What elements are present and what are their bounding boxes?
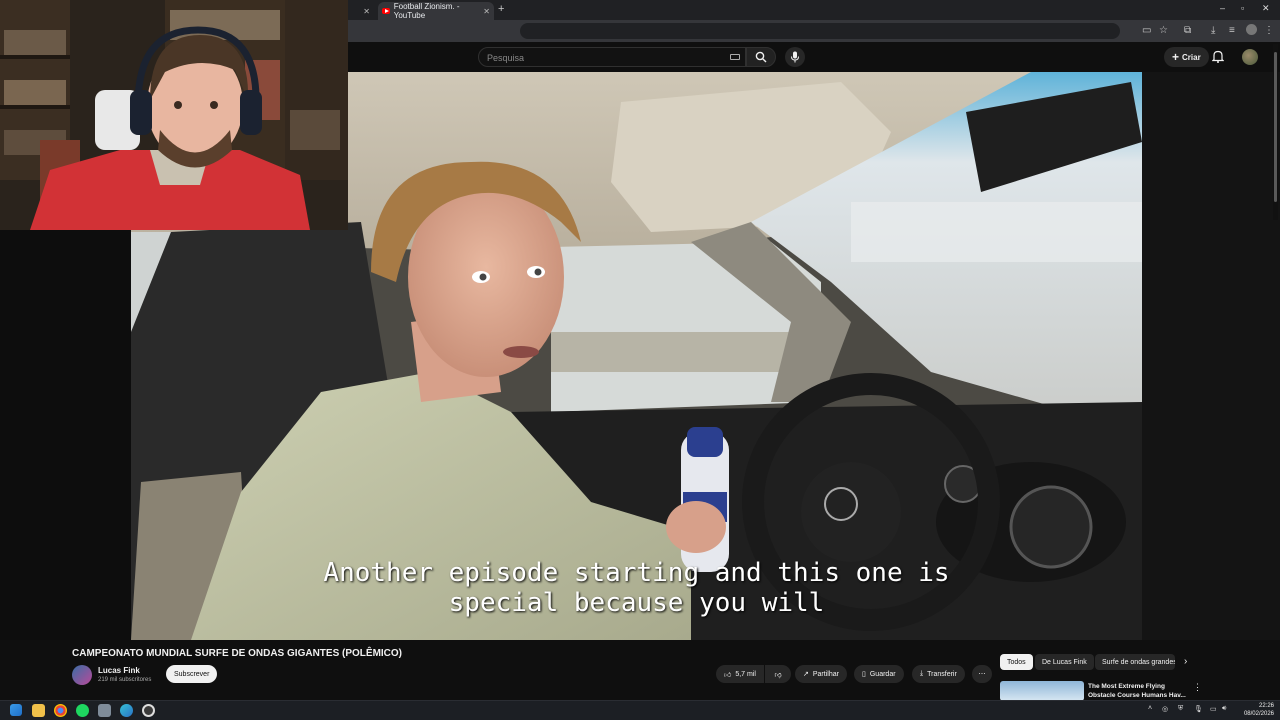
media-icon[interactable]: ≡ (1229, 25, 1235, 37)
address-bar[interactable] (520, 23, 1120, 39)
edge-icon[interactable] (120, 704, 133, 717)
download-icon: ⤓ (920, 670, 924, 677)
channel-name[interactable]: Lucas Fink (98, 666, 140, 675)
new-tab-button[interactable]: + (498, 3, 504, 15)
search-input[interactable]: Pesquisa (478, 47, 746, 67)
like-button[interactable]: 👍︎ 5,7 mil (716, 665, 764, 683)
player-right-padding (1142, 72, 1280, 640)
account-avatar[interactable] (1242, 49, 1258, 65)
page-scrollbar[interactable] (1273, 44, 1278, 220)
bookmark-star-icon[interactable]: ☆ (1159, 25, 1168, 37)
save-button[interactable]: ▯ Guardar (854, 665, 904, 683)
cast-icon[interactable]: ▭ (1142, 25, 1151, 37)
related-more-icon[interactable]: ⋮ (1193, 682, 1202, 693)
bookmark-icon: ▯ (862, 671, 866, 678)
tab-previous-close-icon[interactable]: ✕ (359, 7, 374, 16)
tab-youtube-title: Football Zionism. - YouTube (393, 2, 460, 20)
share-label: Partilhar (812, 670, 839, 678)
share-button[interactable]: ↗ Partilhar (795, 665, 847, 683)
windows-taskbar: ˄ ◎ ⛨ 🎙︎ ▭ 🔊︎ 22:26 08/02/2026 (0, 700, 1280, 720)
tray-app-icon[interactable]: ◎ (1162, 705, 1168, 713)
screen: ✕ Football Zionism. - YouTube ✕ + – ▫ ✕ … (0, 0, 1280, 720)
search-button[interactable] (746, 47, 776, 67)
create-button[interactable]: + Criar (1164, 47, 1209, 67)
volume-icon[interactable]: 🔊︎ (1222, 705, 1226, 713)
keyboard-icon[interactable] (730, 54, 740, 60)
tray-security-icon[interactable]: ⛨ (1178, 705, 1183, 713)
thumbs-up-icon: 👍︎ (724, 671, 732, 679)
microphone-icon (791, 51, 799, 63)
player-left-padding (0, 230, 131, 640)
window-close-icon[interactable]: ✕ (1262, 3, 1270, 14)
download-button[interactable]: ⤓ Transferir (912, 665, 965, 683)
tray-chevron-icon[interactable]: ˄ (1148, 705, 1152, 712)
microphone-tray-icon[interactable]: 🎙︎ (1194, 705, 1203, 713)
chip-from-channel[interactable]: De Lucas Fink (1035, 654, 1094, 670)
webcam-overlay (0, 0, 348, 230)
like-count: 5,7 mil (735, 670, 756, 678)
chips-next-chevron-icon[interactable]: › (1184, 656, 1187, 667)
maximize-icon[interactable]: ▫ (1241, 3, 1244, 13)
chrome-menu-icon[interactable]: ⋮ (1264, 25, 1274, 37)
search-icon (755, 51, 767, 63)
tab-close-icon[interactable]: ✕ (479, 7, 494, 16)
spotify-icon[interactable] (76, 704, 89, 717)
more-actions-button[interactable]: ⋯ (972, 665, 992, 683)
thumbs-down-icon: 👎︎ (774, 671, 782, 679)
chip-all[interactable]: Todos (1000, 654, 1033, 670)
related-video-thumbnail[interactable] (1000, 681, 1084, 701)
clock-date: 08/02/2026 (1243, 711, 1274, 717)
tab-previous[interactable]: ✕ (348, 2, 374, 20)
extensions-icon[interactable]: ⧉ (1184, 25, 1191, 37)
clock-time: 22:26 (1258, 703, 1274, 709)
tab-youtube[interactable]: Football Zionism. - YouTube ✕ (378, 2, 494, 20)
downloads-icon[interactable]: ⤓ (1211, 25, 1215, 37)
network-icon[interactable]: ▭ (1210, 705, 1217, 713)
file-explorer-icon[interactable] (32, 704, 45, 717)
video-title: CAMPEONATO MUNDIAL SURFE DE ONDAS GIGANT… (72, 648, 403, 659)
subscriber-count: 219 mil subscritores (98, 677, 152, 683)
create-label: Criar (1182, 52, 1201, 62)
video-info-section: CAMPEONATO MUNDIAL SURFE DE ONDAS GIGANT… (0, 640, 1280, 701)
notepad-icon[interactable] (98, 704, 111, 717)
profile-avatar[interactable] (1246, 24, 1257, 35)
plus-icon: + (1172, 50, 1180, 64)
minimize-icon[interactable]: – (1220, 3, 1225, 13)
chrome-icon[interactable] (54, 704, 67, 717)
chip-big-wave[interactable]: Surfe de ondas grandes (1095, 654, 1175, 670)
subtitle-line-2: special because you will (448, 588, 825, 618)
related-video-title[interactable]: The Most Extreme Flying Obstacle Course … (1088, 682, 1188, 700)
download-label: Transferir (927, 670, 957, 678)
channel-avatar[interactable] (72, 665, 92, 685)
subtitle-line-1: Another episode starting and this one is (323, 558, 950, 588)
windows-start-icon[interactable] (10, 704, 22, 716)
system-clock[interactable]: 22:26 08/02/2026 (1238, 702, 1274, 718)
scrollbar-thumb[interactable] (1274, 52, 1277, 202)
share-icon: ↗ (803, 671, 809, 678)
dislike-button[interactable]: 👎︎ (765, 665, 791, 683)
subscribe-button[interactable]: Subscrever (166, 665, 218, 683)
youtube-favicon-icon (382, 8, 390, 14)
more-horizontal-icon: ⋯ (978, 671, 986, 678)
webcam-person-illustration (0, 0, 348, 230)
voice-search-button[interactable] (785, 47, 805, 67)
notifications-bell-icon[interactable] (1212, 50, 1224, 63)
obs-icon[interactable] (142, 704, 155, 717)
save-label: Guardar (869, 670, 896, 678)
